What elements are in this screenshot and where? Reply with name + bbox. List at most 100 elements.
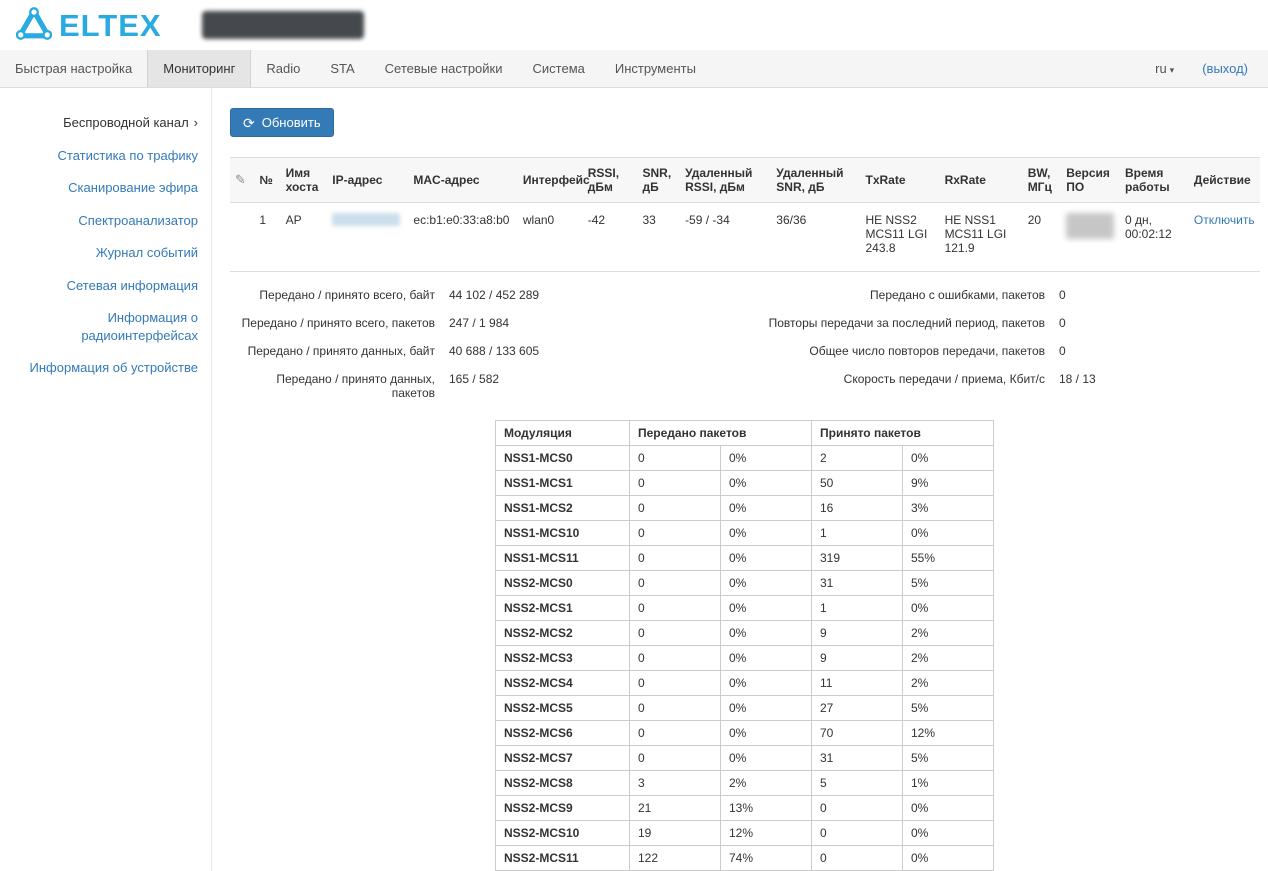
modulation-value: 2%	[903, 646, 994, 671]
logout-link[interactable]: (выход)	[1202, 61, 1248, 76]
stat-row: Общее число повторов передачи, пакетов0	[745, 344, 1260, 358]
nav-tab[interactable]: STA	[315, 50, 369, 87]
sidebar-item-label: Информация об устройстве	[30, 360, 198, 375]
modulation-name: NSS2-MCS9	[496, 796, 630, 821]
modulation-value: 0	[630, 521, 721, 546]
chevron-right-icon: ›	[194, 115, 198, 130]
sidebar-item[interactable]: Информация об устройстве	[0, 359, 198, 377]
client-remote-rssi: -59 / -34	[680, 203, 771, 272]
modulation-row: NSS2-MCS000%315%	[496, 571, 994, 596]
modulation-name: NSS2-MCS2	[496, 621, 630, 646]
eltex-logo-icon	[16, 7, 52, 43]
modulation-value: 0%	[721, 646, 812, 671]
disconnect-link[interactable]: Отключить	[1194, 213, 1255, 227]
modulation-value: 16	[812, 496, 903, 521]
sidebar-item[interactable]: Статистика по трафику	[0, 147, 198, 165]
modulation-value: 0	[630, 471, 721, 496]
modulation-value: 0%	[721, 446, 812, 471]
modulation-value: 27	[812, 696, 903, 721]
stat-value: 18 / 13	[1045, 372, 1096, 386]
nav-tab[interactable]: Мониторинг	[147, 50, 251, 87]
modulation-value: 0	[630, 446, 721, 471]
modulation-row: NSS2-MCS600%7012%	[496, 721, 994, 746]
modulation-row: NSS1-MCS1100%31955%	[496, 546, 994, 571]
modulation-value: 5%	[903, 696, 994, 721]
stat-row: Передано / принято данных, пакетов165 / …	[230, 372, 745, 400]
modulation-value: 70	[812, 721, 903, 746]
stat-row: Передано с ошибками, пакетов0	[745, 288, 1260, 302]
brand-name: ELTEX	[59, 10, 162, 41]
client-hostname: AP	[281, 203, 328, 272]
sidebar-item[interactable]: Беспроводной канал ›	[0, 114, 198, 132]
client-num: 1	[254, 203, 280, 272]
nav-tabs: Быстрая настройкаМониторингRadioSTAСетев…	[0, 50, 711, 87]
modulation-value: 1	[812, 521, 903, 546]
sidebar-item[interactable]: Сканирование эфира	[0, 179, 198, 197]
modulation-name: NSS2-MCS0	[496, 571, 630, 596]
stats-column-right: Передано с ошибками, пакетов0 Повторы пер…	[745, 288, 1260, 414]
modulation-name: NSS2-MCS6	[496, 721, 630, 746]
nav-tab[interactable]: Сетевые настройки	[370, 50, 518, 87]
modulation-row: NSS1-MCS200%163%	[496, 496, 994, 521]
col-rssi: RSSI, дБм	[583, 158, 638, 203]
modulation-name: NSS2-MCS8	[496, 771, 630, 796]
nav-tab[interactable]: Radio	[251, 50, 315, 87]
modulation-name: NSS2-MCS4	[496, 671, 630, 696]
stat-value: 247 / 1 984	[435, 316, 509, 330]
stat-label: Передано / принято всего, байт	[230, 288, 435, 302]
modulation-value: 3%	[903, 496, 994, 521]
sidebar-item[interactable]: Сетевая информация	[0, 277, 198, 295]
modulation-row: NSS1-MCS1000%10%	[496, 521, 994, 546]
sidebar-item[interactable]: Спектроанализатор	[0, 212, 198, 230]
nav-tab[interactable]: Инструменты	[600, 50, 711, 87]
modulation-value: 0%	[721, 471, 812, 496]
modulation-name: NSS2-MCS7	[496, 746, 630, 771]
modulation-value: 0	[812, 846, 903, 871]
modulation-value: 31	[812, 571, 903, 596]
modulation-value: 19	[630, 821, 721, 846]
rx-packets-col-header: Принято пакетов	[812, 421, 994, 446]
app-header: ELTEX	[0, 0, 1268, 50]
main-nav: Быстрая настройкаМониторингRadioSTAСетев…	[0, 50, 1268, 88]
modulation-table: Модуляция Передано пакетов Принято пакет…	[495, 420, 994, 871]
col-bw: BW, МГц	[1023, 158, 1062, 203]
modulation-value: 0	[630, 571, 721, 596]
stat-row: Передано / принято всего, байт44 102 / 4…	[230, 288, 745, 302]
modulation-value: 122	[630, 846, 721, 871]
modulation-row: NSS2-MCS300%92%	[496, 646, 994, 671]
modulation-value: 0%	[721, 521, 812, 546]
stat-row: Повторы передачи за последний период, па…	[745, 316, 1260, 330]
language-label: ru	[1155, 61, 1167, 76]
nav-tab[interactable]: Система	[518, 50, 600, 87]
modulation-row: NSS2-MCS200%92%	[496, 621, 994, 646]
modulation-value: 55%	[903, 546, 994, 571]
nav-tab[interactable]: Быстрая настройка	[0, 50, 147, 87]
modulation-col-header: Модуляция	[496, 421, 630, 446]
modulation-value: 9%	[903, 471, 994, 496]
modulation-value: 0	[630, 746, 721, 771]
client-bw: 20	[1023, 203, 1062, 272]
sidebar-item-label: Спектроанализатор	[78, 213, 198, 228]
modulation-row: NSS2-MCS100%10%	[496, 596, 994, 621]
sidebar-item[interactable]: Журнал событий	[0, 244, 198, 262]
modulation-value: 0	[630, 696, 721, 721]
sidebar-item-label: Сетевая информация	[67, 278, 198, 293]
modulation-value: 0%	[721, 746, 812, 771]
stat-label: Передано / принято данных, байт	[230, 344, 435, 358]
modulation-value: 0	[630, 596, 721, 621]
stat-label: Общее число повторов передачи, пакетов	[745, 344, 1045, 358]
clients-table: ✎ № Имя хоста IP-адрес MAC-адрес Интерфе…	[230, 157, 1260, 272]
refresh-button[interactable]: ⟳ Обновить	[230, 108, 334, 137]
modulation-name: NSS1-MCS1	[496, 471, 630, 496]
col-interface: Интерфейс	[518, 158, 583, 203]
client-rxrate: HE NSS1 MCS11 LGI 121.9	[940, 203, 1023, 272]
device-title-redacted	[202, 11, 364, 39]
eltex-logo: ELTEX	[16, 7, 162, 43]
modulation-name: NSS1-MCS10	[496, 521, 630, 546]
modulation-value: 2%	[903, 621, 994, 646]
sidebar-item[interactable]: Информация о радиоинтерфейсах	[0, 309, 198, 344]
modulation-value: 12%	[721, 821, 812, 846]
language-selector[interactable]: ru▾	[1155, 61, 1174, 76]
sidebar-item-label: Беспроводной канал	[63, 115, 189, 130]
modulation-value: 0	[812, 821, 903, 846]
